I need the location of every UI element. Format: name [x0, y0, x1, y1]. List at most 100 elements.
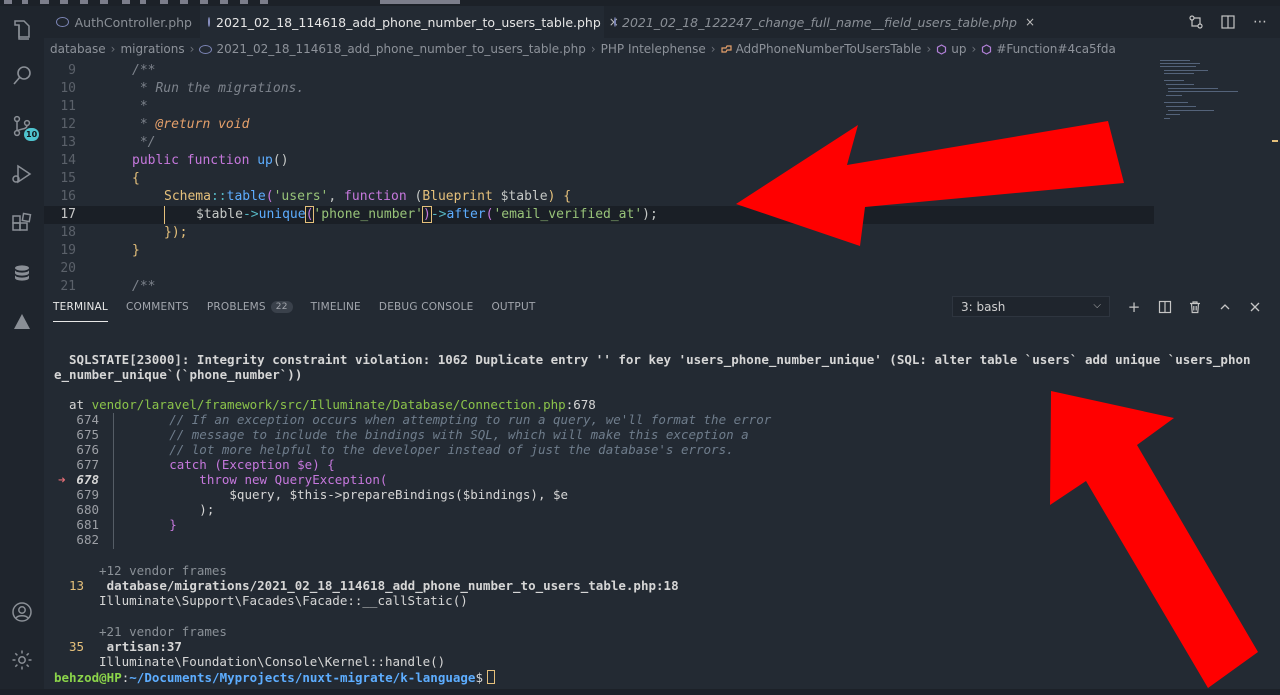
breadcrumb-item[interactable]: #Function#4ca5fda — [996, 42, 1116, 56]
snippet-line-number: 677 — [76, 457, 99, 472]
shell-prompt[interactable]: behzod@HP:~/Documents/Myprojects/nuxt-mi… — [54, 670, 495, 685]
vendor-frames: +21 vendor frames — [99, 624, 227, 639]
stack-frame: 35 artisan:37 — [69, 639, 182, 654]
code-line: 12 * @return void — [60, 117, 250, 132]
deploy-icon[interactable] — [0, 304, 44, 340]
account-icon[interactable] — [0, 594, 44, 630]
more-actions-icon[interactable]: ⋯ — [1250, 12, 1270, 32]
code-editor[interactable]: 9/** 10 * Run the migrations. 11 * 12 * … — [44, 60, 1280, 292]
snippet-code: catch (Exception $e) { — [109, 457, 335, 472]
snippet-line: 677 catch (Exception $e) { — [54, 457, 335, 472]
run-debug-icon[interactable] — [0, 156, 44, 192]
snippet-line-number: 681 — [76, 517, 99, 532]
code-line: 14 public function up() — [60, 153, 289, 168]
snippet-line: 679 $query, $this->prepareBindings($bind… — [54, 487, 568, 502]
tab-label: 2021_02_18_114618_add_phone_number_to_us… — [216, 14, 601, 30]
breadcrumb-item[interactable]: AddPhoneNumberToUsersTable — [736, 42, 922, 56]
snippet-line: 674 // If an exception occurs when attem… — [54, 412, 771, 427]
code-line: 11 * — [60, 99, 148, 114]
code-line: 20 — [60, 261, 76, 276]
code-line: 19} — [60, 243, 140, 258]
breadcrumb-item[interactable]: PHP Intelephense — [601, 42, 706, 56]
panel-header: TERMINAL COMMENTS PROBLEMS 22 TIMELINE DE… — [44, 292, 1280, 322]
maximize-panel-icon[interactable] — [1214, 296, 1236, 318]
snippet-line: 681 } — [54, 517, 176, 532]
php-file-icon — [56, 17, 69, 27]
activity-bar: 10 — [0, 6, 44, 695]
trash-icon[interactable] — [1184, 296, 1206, 318]
chevron-right-icon: › — [971, 42, 977, 56]
snippet-line-number: 679 — [76, 487, 99, 502]
breadcrumb-item[interactable]: up — [951, 42, 966, 56]
code-line: 16 Schema::table('users', function (Bluep… — [60, 189, 572, 204]
breadcrumb-item[interactable]: 2021_02_18_114618_add_phone_number_to_us… — [216, 42, 585, 56]
tab-terminal[interactable]: TERMINAL — [53, 292, 108, 322]
compare-changes-icon[interactable] — [1186, 12, 1206, 32]
split-terminal-icon[interactable] — [1154, 296, 1176, 318]
error-marker-icon: ➜ — [58, 472, 66, 487]
stack-frame-call: Illuminate\Support\Facades\Facade::__cal… — [99, 593, 468, 608]
vendor-frames: +12 vendor frames — [99, 563, 227, 578]
terminal-cursor — [486, 670, 495, 684]
php-file-icon — [208, 17, 210, 27]
class-icon — [720, 44, 732, 55]
terminal-output[interactable]: SQLSTATE[23000]: Integrity constraint vi… — [44, 322, 1280, 695]
code-line: 18}); — [60, 225, 188, 240]
minimap[interactable] — [1160, 60, 1278, 142]
tab-problems[interactable]: PROBLEMS 22 — [207, 292, 293, 322]
snippet-line-number: 674 — [76, 412, 99, 427]
snippet-line-number: 675 — [76, 427, 99, 442]
settings-icon[interactable] — [0, 642, 44, 678]
snippet-line: 682 — [54, 532, 109, 547]
snippet-code: $query, $this->prepareBindings($bindings… — [109, 487, 569, 502]
status-bar — [0, 689, 1280, 695]
tab-output[interactable]: OUTPUT — [491, 292, 535, 322]
snippet-code: throw new QueryException( — [109, 472, 388, 487]
extensions-icon[interactable] — [0, 206, 44, 242]
source-control-icon[interactable]: 10 — [0, 108, 44, 144]
code-line: 13 */ — [60, 135, 156, 150]
breadcrumb-item[interactable]: database — [50, 42, 106, 56]
tab-debug-console[interactable]: DEBUG CONSOLE — [379, 292, 474, 322]
tab-label: AuthController.php — [74, 14, 192, 30]
snippet-line: 680 ); — [54, 502, 214, 517]
terminal-select-value: 3: bash — [961, 299, 1006, 314]
chevron-right-icon: › — [110, 42, 116, 56]
chevron-right-icon: › — [189, 42, 195, 56]
tab-change-full-name-migration[interactable]: 2021_02_18_122247_change_full_name__fiel… — [606, 6, 1035, 38]
database-icon[interactable] — [0, 256, 44, 292]
snippet-code: // message to include the bindings with … — [109, 427, 749, 442]
chevron-right-icon: › — [710, 42, 716, 56]
php-file-icon — [614, 17, 616, 27]
snippet-line-number: 682 — [76, 532, 99, 547]
snippet-line: ➜ 678 throw new QueryException( — [54, 472, 387, 487]
tab-add-phone-number-migration[interactable]: 2021_02_18_114618_add_phone_number_to_us… — [200, 6, 619, 38]
files-icon[interactable] — [0, 12, 44, 48]
scm-badge: 10 — [24, 128, 40, 141]
snippet-code: ); — [109, 502, 215, 517]
terminal-select[interactable]: 3: bash ⌵ — [952, 296, 1110, 317]
close-icon[interactable]: × — [1025, 15, 1035, 29]
snippet-line-number: 680 — [76, 502, 99, 517]
close-panel-icon[interactable] — [1244, 296, 1266, 318]
new-terminal-icon[interactable]: + — [1123, 296, 1145, 318]
chevron-down-icon: ⌵ — [1093, 300, 1101, 311]
code-line: 15{ — [60, 171, 140, 186]
exception-location: at vendor/laravel/framework/src/Illumina… — [69, 397, 596, 412]
search-icon[interactable] — [0, 58, 44, 94]
code-line: 10 * Run the migrations. — [60, 81, 305, 96]
tab-timeline[interactable]: TIMELINE — [311, 292, 361, 322]
stack-frame: 13 database/migrations/2021_02_18_114618… — [69, 578, 679, 593]
chevron-right-icon: › — [590, 42, 596, 56]
split-editor-icon[interactable] — [1218, 12, 1238, 32]
stack-frame-call: Illuminate\Foundation\Console\Kernel::ha… — [99, 654, 446, 669]
code-line-current: 17 $table->unique('phone_number')->after(… — [44, 206, 1154, 224]
tab-problems-label: PROBLEMS — [206, 301, 266, 313]
php-file-icon — [199, 44, 213, 54]
code-line: 9/** — [68, 63, 156, 78]
tab-auth-controller[interactable]: AuthController.php — [48, 6, 200, 38]
error-message-cont: e_number_unique`(`phone_number`)) — [54, 367, 303, 382]
tab-comments[interactable]: COMMENTS — [126, 292, 189, 322]
problems-count-badge: 22 — [270, 301, 293, 313]
breadcrumb-item[interactable]: migrations — [120, 42, 184, 56]
